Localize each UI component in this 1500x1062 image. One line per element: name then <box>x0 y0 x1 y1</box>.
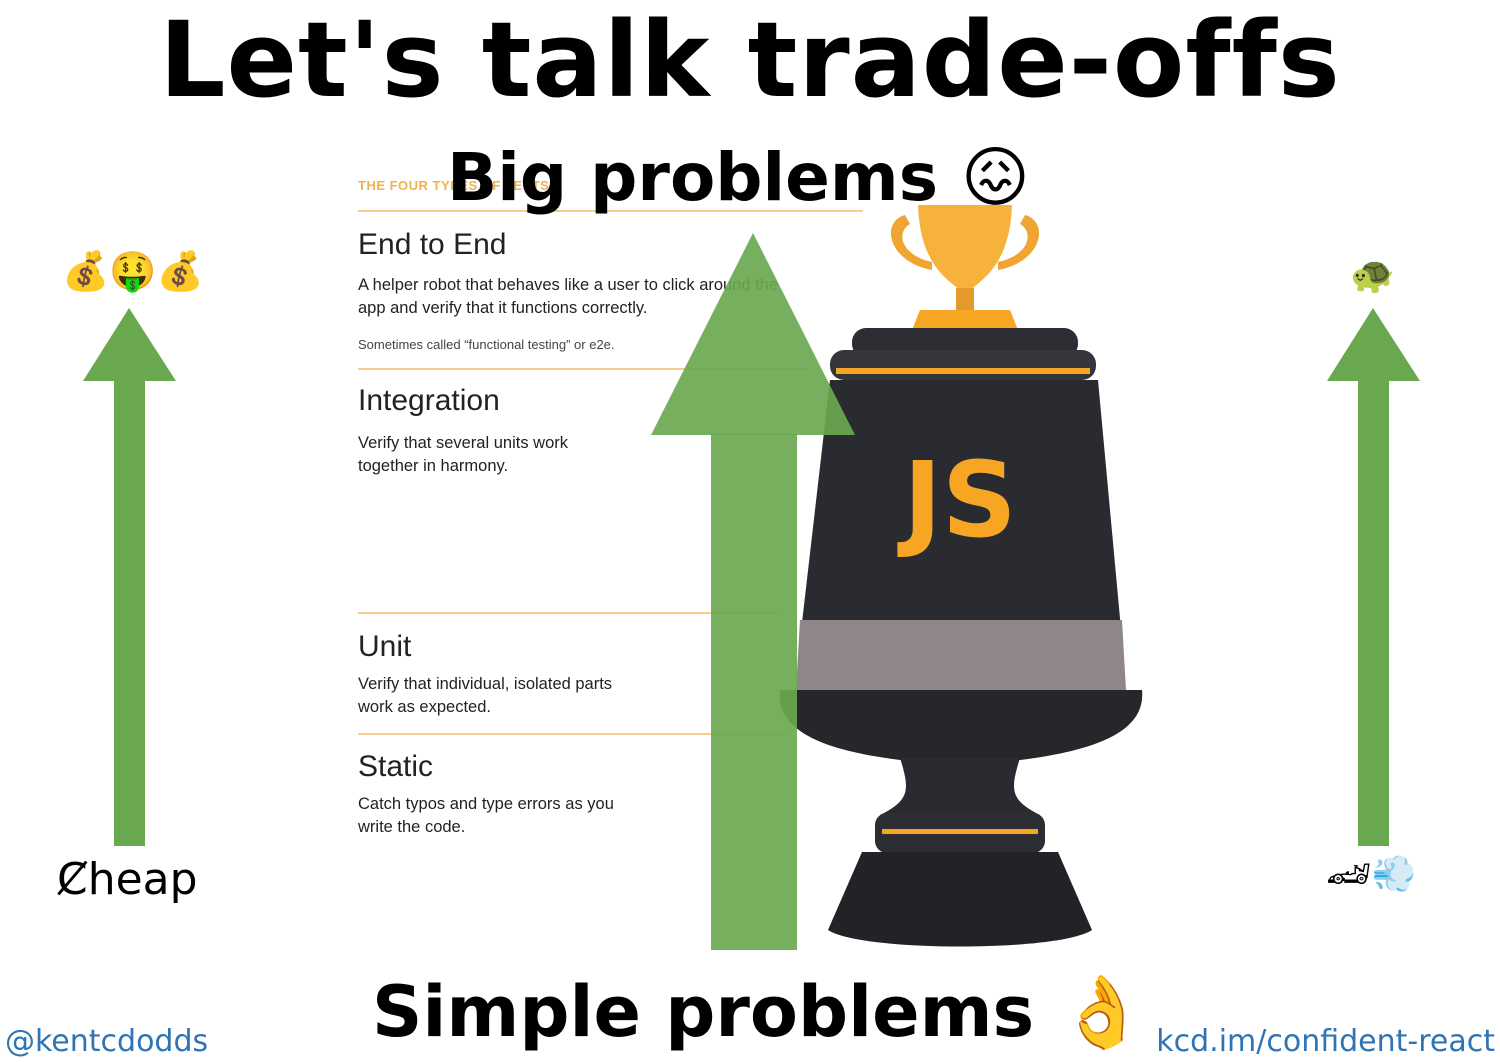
confounded-face-icon: 😖 <box>960 139 1030 216</box>
right-arrow <box>1327 308 1420 846</box>
turtle-icon: 🐢 <box>1350 255 1395 296</box>
big-problems-label: Big problems 😖 <box>447 138 1030 218</box>
left-arrow <box>83 308 176 846</box>
cheap-label: Ȼheap <box>57 854 198 905</box>
ok-hand-icon: 👌 <box>1058 971 1146 1053</box>
slides-link[interactable]: kcd.im/confident-react <box>1156 1022 1495 1062</box>
race-car-icon: 🏎💨 <box>1326 854 1417 895</box>
trophy-js-label: JS <box>903 439 1017 561</box>
simple-problems-text: Simple problems <box>372 971 1035 1053</box>
author-handle[interactable]: @kentcdodds <box>5 1022 208 1062</box>
simple-problems-label: Simple problems 👌 <box>372 966 1146 1058</box>
big-problems-text: Big problems <box>447 139 938 216</box>
money-bag-icon: 💰🤑💰 <box>62 249 204 293</box>
js-trophy <box>779 205 1143 947</box>
